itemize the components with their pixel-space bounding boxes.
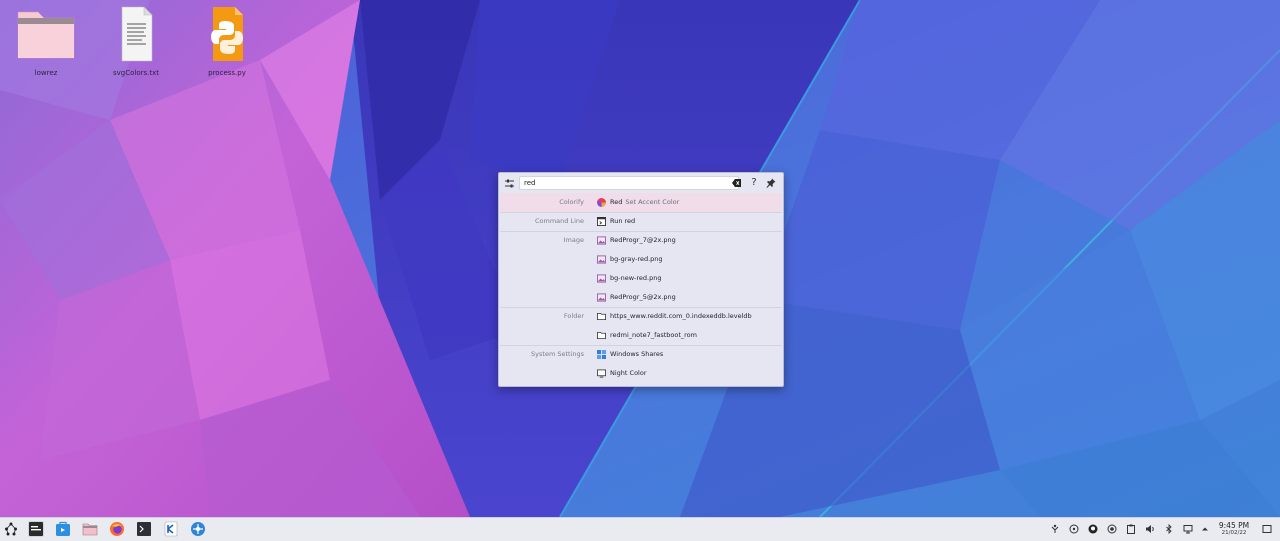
clipboard-icon[interactable] xyxy=(1126,524,1136,534)
clock-time: 9:45 PM xyxy=(1218,521,1250,530)
result-item[interactable]: Folder https_www.reddit.com_0.indexeddb.… xyxy=(500,307,782,326)
result-title: Night Color xyxy=(610,369,647,377)
krunner-icon[interactable] xyxy=(28,521,44,537)
show-desktop-icon[interactable] xyxy=(1262,524,1272,534)
image-icon xyxy=(597,274,606,283)
clock-date: 21/02/22 xyxy=(1221,530,1247,536)
network-icon[interactable] xyxy=(190,521,206,537)
result-title: Windows Shares xyxy=(610,350,664,358)
color-wheel-icon xyxy=(597,198,606,207)
network-connection-icon[interactable] xyxy=(1183,524,1193,534)
python-file-icon xyxy=(211,7,243,61)
image-icon xyxy=(597,255,606,264)
text-file-icon xyxy=(121,6,153,62)
result-category: Colorify xyxy=(559,198,584,206)
bluetooth-icon[interactable] xyxy=(1164,524,1174,534)
result-title: Red xyxy=(610,198,623,206)
monitor-icon xyxy=(597,369,606,378)
result-title: bg-gray-red.png xyxy=(610,255,663,263)
result-item[interactable]: bg-gray-red.png xyxy=(500,250,782,269)
desktop-icon-label: svgColors.txt xyxy=(112,69,159,77)
search-input[interactable] xyxy=(519,176,739,190)
search-bar: ? xyxy=(499,173,783,193)
result-title: redmi_note7_fastboot_rom xyxy=(610,331,697,339)
clear-text-icon[interactable] xyxy=(732,179,741,187)
kde-connect-icon[interactable] xyxy=(1050,524,1060,534)
result-item[interactable]: Colorify Red Set Accent Color xyxy=(500,193,782,212)
result-category: System Settings xyxy=(531,350,584,358)
configure-icon[interactable] xyxy=(504,178,515,189)
folder-icon xyxy=(17,11,75,59)
image-icon xyxy=(597,236,606,245)
taskbar: 9:45 PM 21/02/22 xyxy=(0,517,1280,541)
pin-icon[interactable] xyxy=(766,178,776,188)
result-item[interactable]: System Settings Windows Shares xyxy=(500,345,782,364)
result-subtitle: Set Accent Color xyxy=(625,198,680,206)
application-launcher-icon[interactable] xyxy=(3,521,19,537)
help-button[interactable]: ? xyxy=(749,177,759,189)
dolphin-icon[interactable] xyxy=(82,521,98,537)
result-title: RedProgr_5@2x.png xyxy=(610,293,676,301)
updates-icon[interactable] xyxy=(1107,524,1117,534)
result-item[interactable]: RedProgr_5@2x.png xyxy=(500,288,782,307)
desktop-icon-label: lowrez xyxy=(34,69,58,77)
folder-icon xyxy=(597,312,606,321)
result-title: bg-new-red.png xyxy=(610,274,662,282)
terminal-icon xyxy=(597,217,606,226)
konsole-icon[interactable] xyxy=(136,521,152,537)
github-icon[interactable] xyxy=(1088,524,1098,534)
network-share-icon xyxy=(597,350,606,359)
result-item[interactable]: bg-new-red.png xyxy=(500,269,782,288)
desktop-icon-svgcolors[interactable]: svgColors.txt xyxy=(98,6,174,77)
discover-icon[interactable] xyxy=(55,521,71,537)
result-category: Folder xyxy=(563,312,584,320)
result-title: Run red xyxy=(610,217,636,225)
desktop-icon-lowrez[interactable]: lowrez xyxy=(8,6,84,77)
result-item[interactable]: Night Color xyxy=(500,364,782,383)
result-title: RedProgr_7@2x.png xyxy=(610,236,676,244)
result-item[interactable]: Command Line Run red xyxy=(500,212,782,231)
media-player-icon[interactable] xyxy=(1069,524,1079,534)
digital-clock[interactable]: 9:45 PM 21/02/22 xyxy=(1214,521,1254,537)
folder-icon xyxy=(597,331,606,340)
result-category: Image xyxy=(563,236,584,244)
result-category: Command Line xyxy=(534,217,584,225)
firefox-icon[interactable] xyxy=(109,521,125,537)
image-icon xyxy=(597,293,606,302)
volume-icon[interactable] xyxy=(1145,524,1155,534)
result-item[interactable]: Image RedProgr_7@2x.png xyxy=(500,231,782,250)
result-title: https_www.reddit.com_0.indexeddb.leveldb xyxy=(610,312,752,320)
desktop-icon-process-py[interactable]: process.py xyxy=(189,6,265,77)
result-item[interactable]: redmi_note7_fastboot_rom xyxy=(500,326,782,345)
chevron-up-icon[interactable] xyxy=(1200,524,1210,534)
desktop-icon-label: process.py xyxy=(208,69,246,77)
kate-icon[interactable] xyxy=(163,521,179,537)
krunner-window: ? Colorify RedSet Accent Color Command L… xyxy=(498,172,784,387)
